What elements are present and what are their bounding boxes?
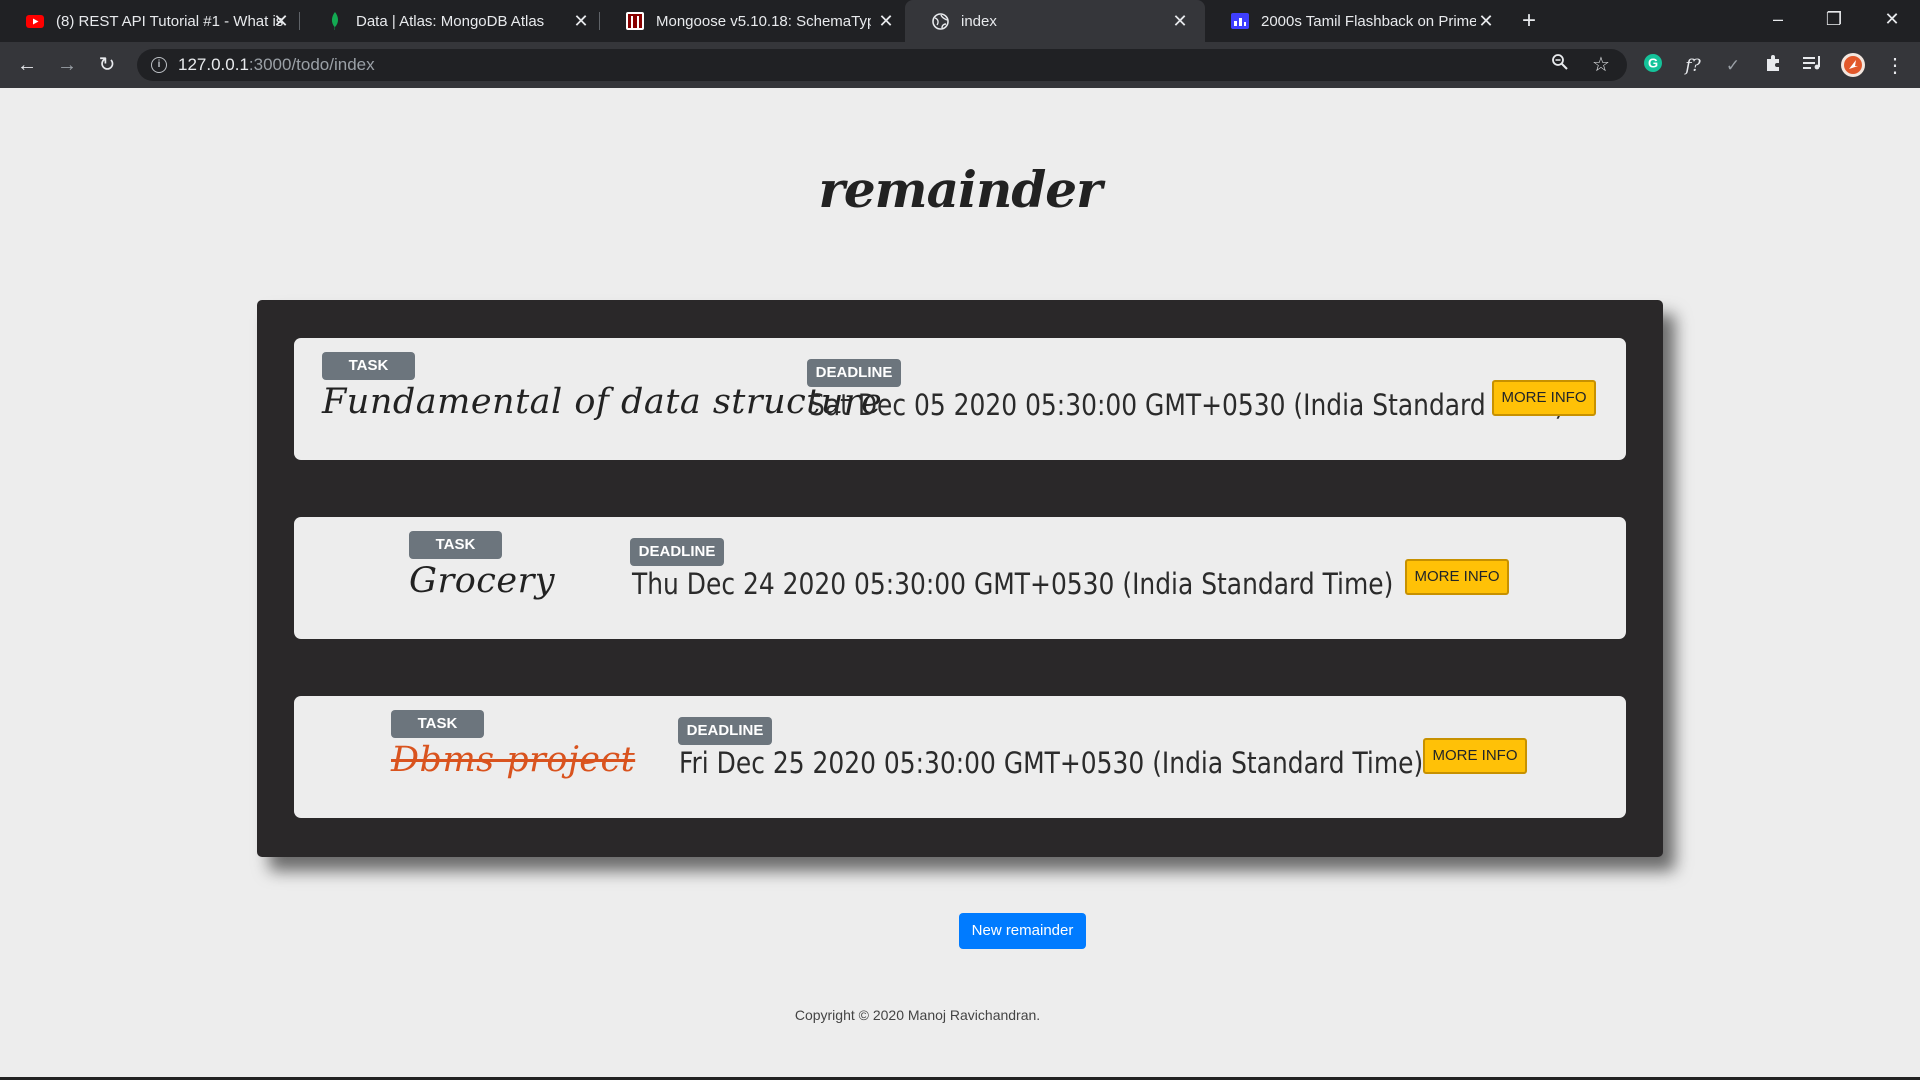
task-card: TASK Fundamental of data structure DEADL…: [294, 338, 1626, 460]
zoom-icon[interactable]: [1548, 53, 1572, 77]
forward-arrow-icon[interactable]: →: [52, 50, 82, 80]
more-info-button[interactable]: MORE INFO: [1405, 559, 1509, 595]
task-card-completed: TASK Dbms project DEADLINE Fri Dec 25 20…: [294, 696, 1626, 818]
task-name: Grocery: [409, 561, 556, 601]
close-tab-icon[interactable]: ✕: [570, 10, 592, 32]
deadline-badge: DEADLINE: [630, 538, 724, 566]
close-tab-icon[interactable]: ✕: [875, 10, 897, 32]
back-arrow-icon[interactable]: ←: [12, 50, 42, 80]
mongoose-icon: [626, 12, 644, 30]
tab-title: index: [961, 12, 997, 30]
tab-mongoose-docs[interactable]: Mongoose v5.10.18: SchemaType ✕: [600, 0, 905, 42]
task-name-completed: Dbms project: [391, 740, 636, 780]
tab-strip: (8) REST API Tutorial #1 - What is ✕ Dat…: [0, 0, 1920, 42]
new-tab-button[interactable]: +: [1515, 8, 1543, 34]
tab-title: Mongoose v5.10.18: SchemaType: [656, 12, 871, 30]
close-tab-icon[interactable]: ✕: [1169, 10, 1191, 32]
task-badge: TASK: [322, 352, 415, 380]
url-host: 127.0.0.1: [178, 55, 249, 74]
task-card: TASK Grocery DEADLINE Thu Dec 24 2020 05…: [294, 517, 1626, 639]
url-path: :3000/todo/index: [248, 55, 375, 74]
task-deadline: Fri Dec 25 2020 05:30:00 GMT+0530 (India…: [679, 746, 1424, 780]
checkmark-extension-icon[interactable]: ✓: [1720, 53, 1746, 79]
minimize-button[interactable]: –: [1750, 0, 1806, 42]
tab-title: (8) REST API Tutorial #1 - What is: [56, 12, 284, 30]
mongodb-leaf-icon: [326, 12, 344, 30]
task-deadline: Thu Dec 24 2020 05:30:00 GMT+0530 (India…: [632, 567, 1394, 601]
task-name: Fundamental of data structure: [322, 382, 883, 422]
tasks-panel: TASK Fundamental of data structure DEADL…: [257, 300, 1663, 857]
formula-extension-icon[interactable]: f?: [1680, 53, 1706, 79]
footer-copyright: Copyright © 2020 Manoj Ravichandran.: [794, 1007, 1041, 1023]
media-queue-icon[interactable]: [1800, 53, 1826, 79]
tab-rest-api-tutorial[interactable]: (8) REST API Tutorial #1 - What is ✕: [0, 0, 300, 42]
close-window-button[interactable]: ✕: [1864, 0, 1920, 42]
bookmark-star-icon[interactable]: ☆: [1589, 53, 1613, 77]
globe-icon: [931, 12, 949, 30]
new-remainder-button[interactable]: New remainder: [959, 913, 1086, 949]
extensions-puzzle-icon[interactable]: [1760, 53, 1786, 79]
task-badge: TASK: [391, 710, 484, 738]
profile-avatar[interactable]: [1840, 53, 1866, 79]
tab-index-active[interactable]: index ✕: [905, 0, 1205, 42]
grammarly-icon[interactable]: G: [1640, 53, 1666, 79]
page-title: remainder: [818, 160, 1103, 219]
more-info-button[interactable]: MORE INFO: [1492, 380, 1596, 416]
task-deadline: Sat Dec 05 2020 05:30:00 GMT+0530 (India…: [809, 388, 1565, 422]
restore-button[interactable]: ❐: [1806, 0, 1862, 42]
tab-title: 2000s Tamil Flashback on Prime M: [1261, 12, 1476, 30]
music-icon: [1231, 12, 1249, 30]
svg-text:G: G: [1648, 56, 1658, 71]
youtube-icon: [26, 12, 44, 30]
deadline-badge: DEADLINE: [807, 359, 901, 387]
task-badge: TASK: [409, 531, 502, 559]
reload-icon[interactable]: ↻: [92, 50, 122, 80]
site-info-icon[interactable]: i: [151, 57, 167, 73]
tab-mongodb-atlas[interactable]: Data | Atlas: MongoDB Atlas ✕: [300, 0, 600, 42]
more-menu-icon[interactable]: ⋮: [1882, 53, 1908, 79]
address-bar[interactable]: i 127.0.0.1:3000/todo/index ☆: [137, 49, 1627, 81]
tab-title: Data | Atlas: MongoDB Atlas: [356, 12, 545, 30]
close-tab-icon[interactable]: ✕: [1475, 10, 1497, 32]
more-info-button[interactable]: MORE INFO: [1423, 738, 1527, 774]
url-text[interactable]: 127.0.0.1:3000/todo/index: [178, 49, 375, 81]
deadline-badge: DEADLINE: [678, 717, 772, 745]
tab-prime-music[interactable]: 2000s Tamil Flashback on Prime M ✕: [1205, 0, 1505, 42]
close-tab-icon[interactable]: ✕: [270, 10, 292, 32]
